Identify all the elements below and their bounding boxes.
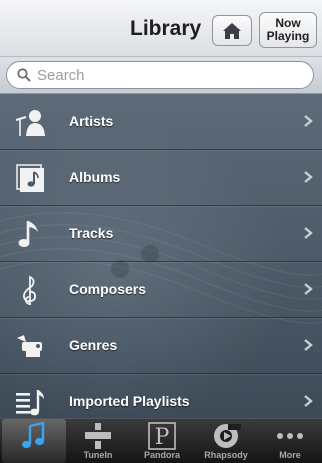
list-item-label: Albums — [69, 169, 121, 185]
tab-tunein[interactable]: TuneIn — [66, 419, 130, 463]
tab-music[interactable] — [2, 419, 66, 463]
artists-icon — [15, 110, 45, 136]
tab-label: TuneIn — [83, 450, 113, 460]
tab-label: Pandora — [143, 450, 180, 460]
list-item-artists[interactable]: Artists — [0, 94, 322, 150]
chevron-right-icon — [304, 283, 313, 295]
list-item-tracks[interactable]: Tracks — [0, 206, 322, 262]
page-title: Library — [130, 17, 202, 40]
home-icon — [223, 22, 241, 39]
library-list: Artists Albums Tracks Composers Genres I… — [0, 94, 322, 418]
chevron-right-icon — [304, 171, 313, 183]
more-icon — [277, 433, 303, 439]
search-icon — [17, 68, 31, 82]
tab-label: Rhapsody — [204, 450, 248, 460]
search-bar: Search — [0, 57, 322, 94]
svg-text:P: P — [155, 425, 170, 450]
chevron-right-icon — [304, 115, 313, 127]
tab-pandora[interactable]: P Pandora — [130, 419, 194, 463]
list-item-label: Tracks — [69, 225, 114, 241]
tunein-icon — [85, 423, 111, 449]
home-button[interactable] — [212, 15, 252, 46]
albums-icon — [16, 164, 44, 192]
list-item-composers[interactable]: Composers — [0, 262, 322, 318]
tab-more[interactable]: More — [258, 419, 322, 463]
imported-playlists-icon — [16, 390, 44, 416]
list-item-albums[interactable]: Albums — [0, 150, 322, 206]
list-item-label: Artists — [69, 113, 114, 129]
list-item-imported-playlists[interactable]: Imported Playlists — [0, 374, 322, 418]
tracks-icon — [18, 221, 38, 247]
now-playing-label-line2: Playing — [266, 29, 310, 43]
chevron-right-icon — [304, 227, 313, 239]
music-note-icon — [22, 422, 45, 449]
header-bar: Library Now Playing — [0, 0, 322, 57]
search-input[interactable]: Search — [6, 61, 314, 89]
list-item-label: Composers — [69, 281, 147, 297]
chevron-right-icon — [304, 395, 313, 407]
tab-rhapsody[interactable]: Rhapsody — [194, 419, 258, 463]
tab-label: More — [279, 450, 301, 460]
search-placeholder: Search — [37, 66, 85, 84]
list-item-label: Imported Playlists — [69, 393, 190, 409]
genres-icon — [17, 335, 42, 357]
chevron-right-icon — [304, 339, 313, 351]
now-playing-button[interactable]: Now Playing — [259, 12, 317, 48]
composers-icon — [23, 275, 37, 305]
tab-bar: TuneIn P Pandora Rhapsody More — [0, 418, 322, 463]
list-item-label: Genres — [69, 337, 118, 353]
list-item-genres[interactable]: Genres — [0, 318, 322, 374]
pandora-icon: P — [148, 422, 176, 450]
rhapsody-icon — [214, 424, 241, 448]
